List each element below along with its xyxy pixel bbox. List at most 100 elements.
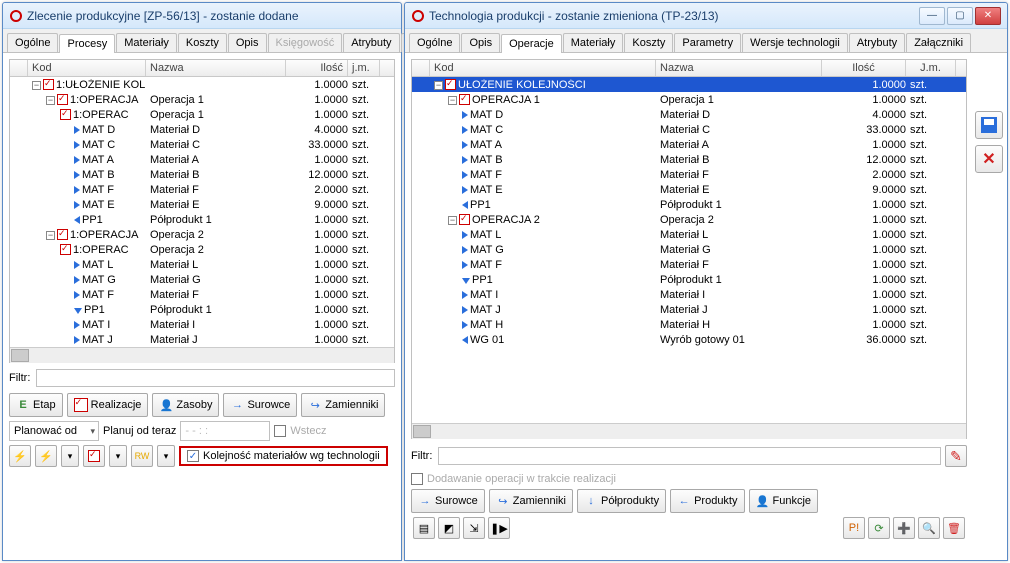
tree-row[interactable]: 1:OPERACOperacja 21.0000szt.: [10, 242, 394, 257]
tree-row[interactable]: −OPERACJA 1Operacja 11.0000szt.: [412, 92, 966, 107]
col-ilosc[interactable]: Ilość: [822, 60, 906, 76]
btn-surowce[interactable]: →Surowce: [411, 489, 485, 513]
save-button[interactable]: [975, 111, 1003, 139]
refresh-icon[interactable]: ⟳: [868, 517, 890, 539]
add-icon[interactable]: ➕: [893, 517, 915, 539]
tree-row[interactable]: 1:OPERACOperacja 11.0000szt.: [10, 107, 394, 122]
btn-funkcje[interactable]: 👤Funkcje: [749, 489, 819, 513]
btn-etap[interactable]: EEtap: [9, 393, 63, 417]
tree-row[interactable]: MAT FMateriał F1.0000szt.: [10, 287, 394, 302]
tree-row[interactable]: MAT JMateriał J1.0000szt.: [412, 302, 966, 317]
close-button[interactable]: ✕: [975, 7, 1001, 25]
tool-b-icon[interactable]: ◩: [438, 517, 460, 539]
tree-row[interactable]: −UŁOŻENIE KOLEJNOŚCI1.0000szt.: [412, 77, 966, 92]
tree-row[interactable]: MAT DMateriał D4.0000szt.: [10, 122, 394, 137]
tree-row[interactable]: MAT IMateriał I1.0000szt.: [412, 287, 966, 302]
tool-d-icon[interactable]: ❚▶: [488, 517, 510, 539]
date-input[interactable]: - - : :: [180, 421, 270, 441]
expand-icon[interactable]: −: [46, 96, 55, 105]
tab-atrybuty[interactable]: Atrybuty: [849, 33, 905, 52]
tab-ogólne[interactable]: Ogólne: [7, 33, 58, 52]
btn-zamienniki[interactable]: ↪Zamienniki: [489, 489, 573, 513]
filter-input[interactable]: [36, 369, 395, 387]
tree-row[interactable]: MAT FMateriał F2.0000szt.: [10, 182, 394, 197]
tab-załączniki[interactable]: Załączniki: [906, 33, 971, 52]
bolt-yellow-icon[interactable]: ⚡: [9, 445, 31, 467]
titlebar-right[interactable]: Technologia produkcji - zostanie zmienio…: [405, 3, 1007, 29]
tab-procesy[interactable]: Procesy: [59, 34, 115, 53]
tool-a-icon[interactable]: ▤: [413, 517, 435, 539]
tree-row[interactable]: PP1Półprodukt 11.0000szt.: [10, 212, 394, 227]
chk-wstecz[interactable]: [274, 425, 286, 437]
col-nazwa[interactable]: Nazwa: [656, 60, 822, 76]
dd1-icon[interactable]: ▾: [61, 445, 79, 467]
tab-materiały[interactable]: Materiały: [116, 33, 177, 52]
tree-row[interactable]: −1:OPERACJAOperacja 11.0000szt.: [10, 92, 394, 107]
btn-surowce[interactable]: →Surowce: [223, 393, 297, 417]
warn-icon[interactable]: P!: [843, 517, 865, 539]
tab-wersje technologii[interactable]: Wersje technologii: [742, 33, 848, 52]
maximize-button[interactable]: ▢: [947, 7, 973, 25]
tree-row[interactable]: MAT IMateriał I1.0000szt.: [10, 317, 394, 332]
view-icon[interactable]: 🔍: [918, 517, 940, 539]
tree-row[interactable]: MAT DMateriał D4.0000szt.: [412, 107, 966, 122]
titlebar-left[interactable]: Zlecenie produkcyjne [ZP-56/13] - zostan…: [3, 3, 401, 29]
tree-row[interactable]: MAT GMateriał G1.0000szt.: [10, 272, 394, 287]
btn-zasoby[interactable]: 👤Zasoby: [152, 393, 219, 417]
tab-ogólne[interactable]: Ogólne: [409, 33, 460, 52]
tree-body[interactable]: −1:UŁOŻENIE KOL1.0000szt.−1:OPERACJAOper…: [10, 77, 394, 347]
tree-row[interactable]: MAT AMateriał A1.0000szt.: [412, 137, 966, 152]
tree-row[interactable]: MAT FMateriał F2.0000szt.: [412, 167, 966, 182]
chk-kolejnosc[interactable]: ✓: [187, 450, 199, 462]
tree-row[interactable]: MAT CMateriał C33.0000szt.: [10, 137, 394, 152]
hscroll[interactable]: [10, 347, 394, 363]
tree-row[interactable]: MAT AMateriał A1.0000szt.: [10, 152, 394, 167]
col-ilosc[interactable]: Ilość: [286, 60, 348, 76]
tree-row[interactable]: MAT EMateriał E9.0000szt.: [10, 197, 394, 212]
tab-operacje[interactable]: Operacje: [501, 34, 562, 53]
tool-c-icon[interactable]: ⇲: [463, 517, 485, 539]
expand-icon[interactable]: −: [448, 216, 457, 225]
expand-icon[interactable]: −: [434, 81, 443, 90]
tree-row[interactable]: −1:OPERACJAOperacja 21.0000szt.: [10, 227, 394, 242]
tree-row[interactable]: −OPERACJA 2Operacja 21.0000szt.: [412, 212, 966, 227]
col-kod[interactable]: Kod: [28, 60, 146, 76]
col-jm[interactable]: J.m.: [906, 60, 956, 76]
dd3-icon[interactable]: ▾: [157, 445, 175, 467]
tree-row[interactable]: MAT CMateriał C33.0000szt.: [412, 122, 966, 137]
bolt-green-icon[interactable]: ⚡: [35, 445, 57, 467]
tree-row[interactable]: MAT BMateriał B12.0000szt.: [412, 152, 966, 167]
tree-row[interactable]: MAT BMateriał B12.0000szt.: [10, 167, 394, 182]
col-kod[interactable]: Kod: [430, 60, 656, 76]
tab-opis[interactable]: Opis: [461, 33, 500, 52]
col-jm[interactable]: j.m.: [348, 60, 380, 76]
btn-polprodukty[interactable]: ↓Półprodukty: [577, 489, 666, 513]
tab-materiały[interactable]: Materiały: [563, 33, 624, 52]
hscroll[interactable]: [412, 423, 966, 439]
filter-input[interactable]: [438, 447, 941, 465]
rw-icon[interactable]: RW: [131, 445, 153, 467]
btn-zamienniki[interactable]: ↪Zamienniki: [301, 393, 385, 417]
expand-icon[interactable]: −: [32, 81, 41, 90]
col-nazwa[interactable]: Nazwa: [146, 60, 286, 76]
tree-row[interactable]: MAT FMateriał F1.0000szt.: [412, 257, 966, 272]
expand-icon[interactable]: −: [46, 231, 55, 240]
tree-row[interactable]: PP1Półprodukt 11.0000szt.: [412, 197, 966, 212]
dd2-icon[interactable]: ▾: [109, 445, 127, 467]
tab-koszty[interactable]: Koszty: [178, 33, 227, 52]
tab-atrybuty[interactable]: Atrybuty: [343, 33, 399, 52]
combo-planowac[interactable]: Planować od: [9, 421, 99, 441]
tree-row[interactable]: MAT HMateriał H1.0000szt.: [412, 317, 966, 332]
check-red-icon[interactable]: [83, 445, 105, 467]
tab-opis[interactable]: Opis: [228, 33, 267, 52]
tab-koszty[interactable]: Koszty: [624, 33, 673, 52]
btn-produkty[interactable]: ←Produkty: [670, 489, 744, 513]
delete-icon[interactable]: 🗑: [943, 517, 965, 539]
tree-row[interactable]: MAT EMateriał E9.0000szt.: [412, 182, 966, 197]
cancel-button[interactable]: ✕: [975, 145, 1003, 173]
tree-row[interactable]: PP1Półprodukt 11.0000szt.: [412, 272, 966, 287]
tab-księgowość[interactable]: Księgowość: [268, 33, 343, 52]
expand-icon[interactable]: −: [448, 96, 457, 105]
tree-row[interactable]: MAT LMateriał L1.0000szt.: [10, 257, 394, 272]
minimize-button[interactable]: —: [919, 7, 945, 25]
